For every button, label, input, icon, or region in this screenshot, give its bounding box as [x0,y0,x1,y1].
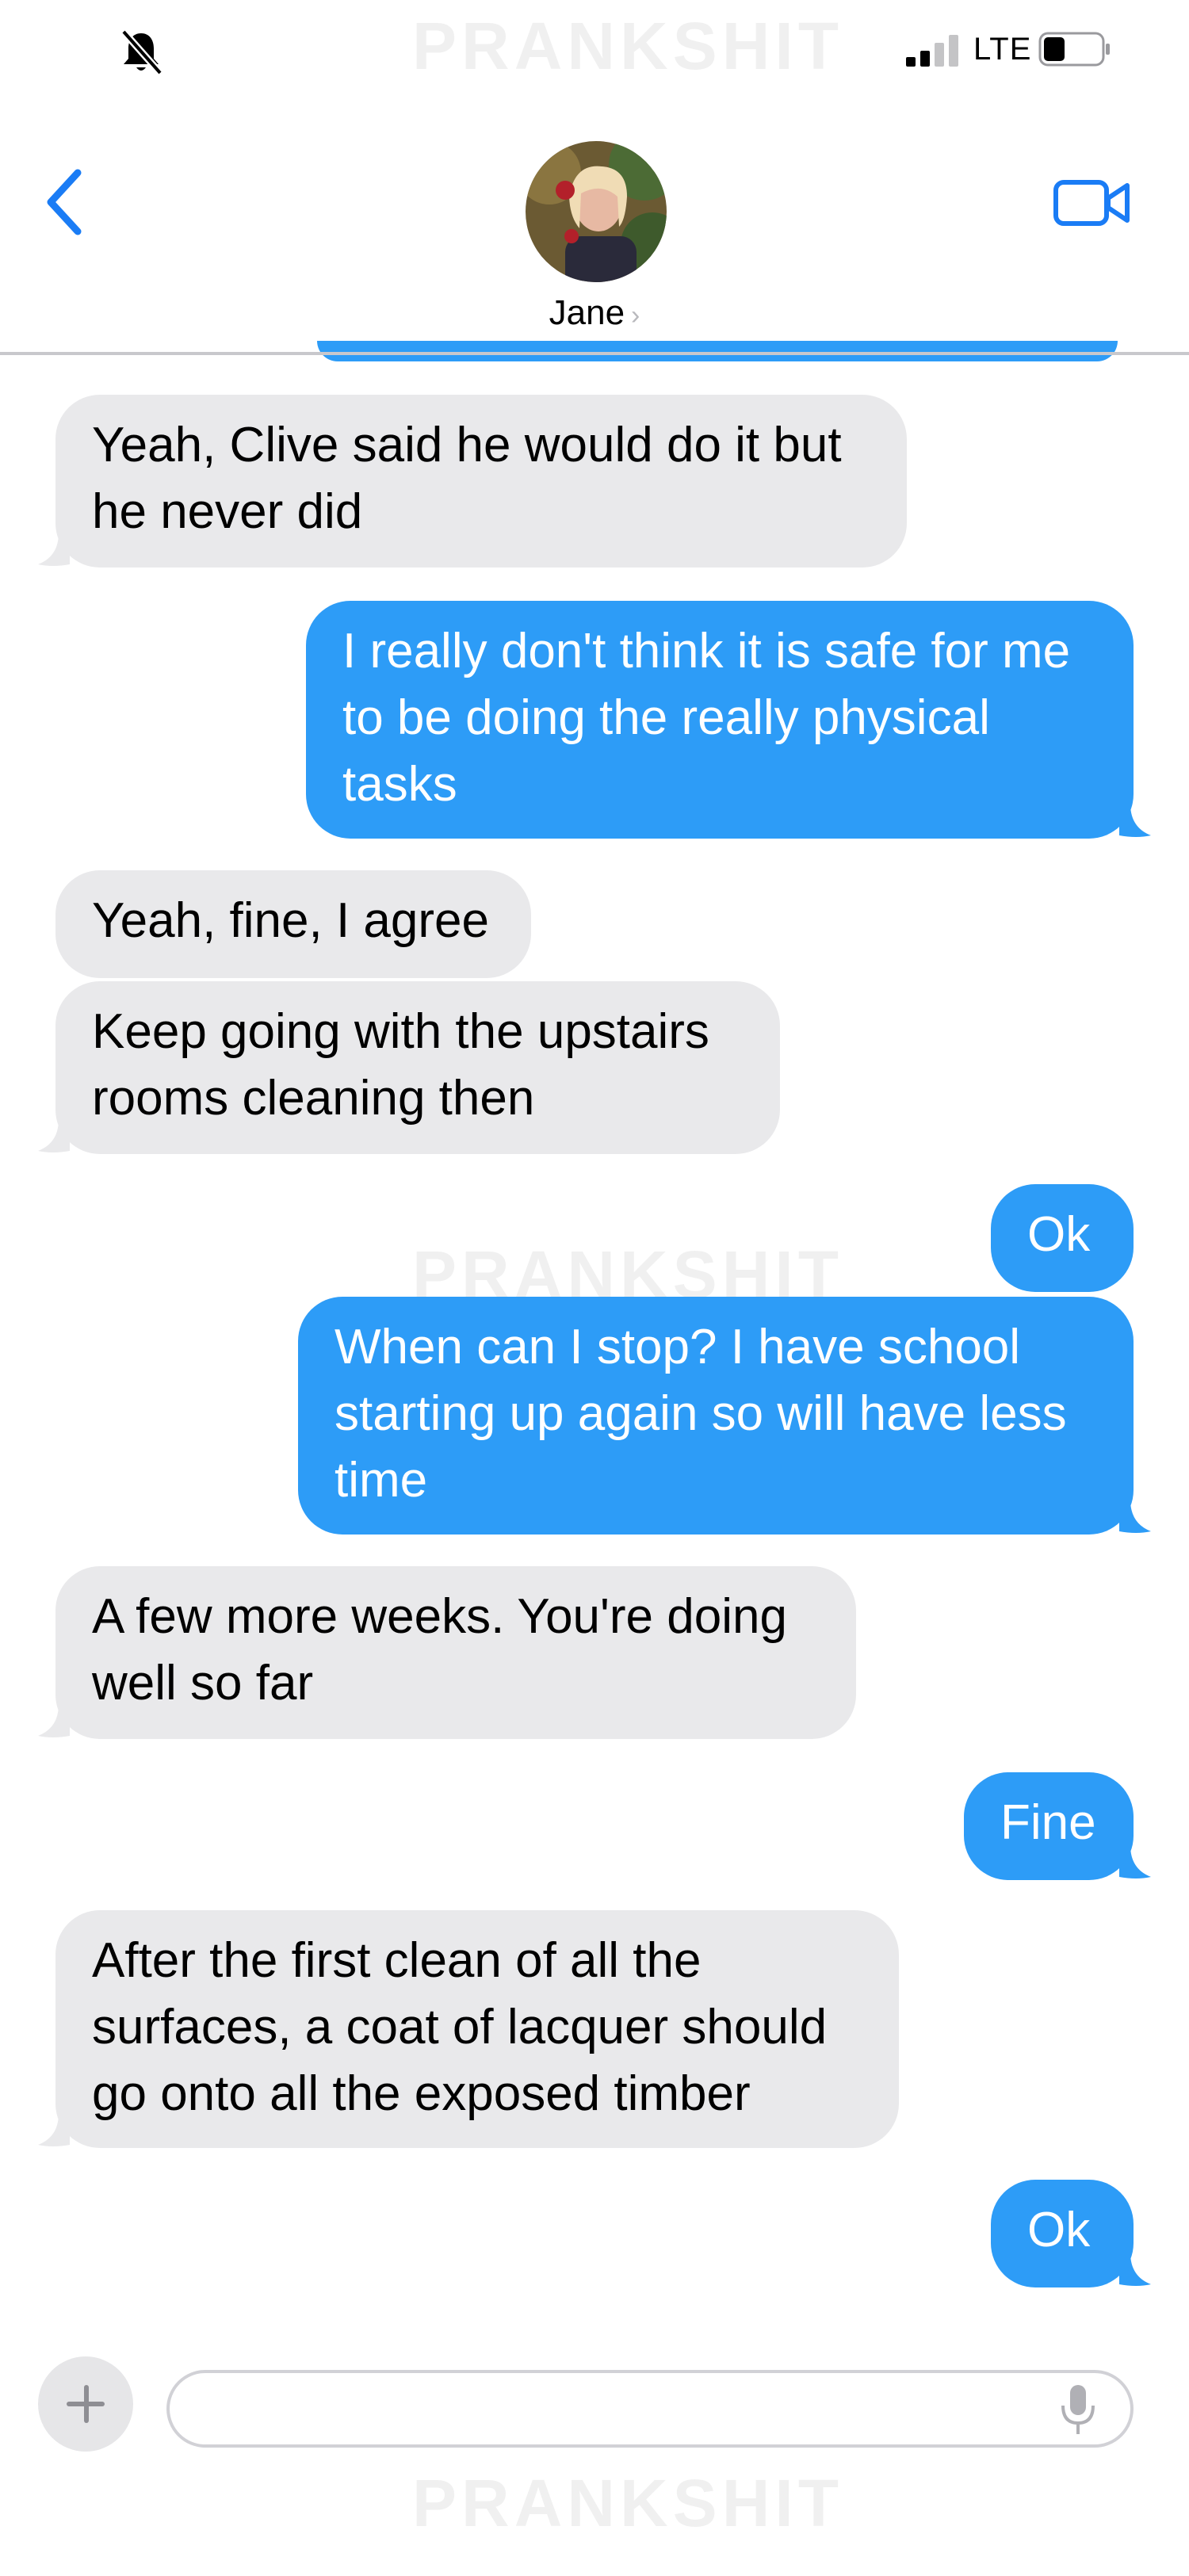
watermark: PRANKSHIT [412,2466,844,2540]
bubble-tail [38,2113,70,2146]
bubble-tail [1119,804,1151,837]
contact-name[interactable]: Jane › [0,293,1189,333]
received-message-bubble[interactable]: Yeah, Clive said he would do it but he n… [55,395,907,568]
bell-slash-icon [120,29,163,75]
contact-name-label: Jane [549,293,625,332]
received-message-bubble[interactable]: After the first clean of all the surface… [55,1910,899,2148]
bubble-tail [1119,1500,1151,1533]
sent-message-bubble[interactable]: Ok [991,2180,1134,2287]
sent-message-bubble[interactable]: I really don't think it is safe for me t… [306,601,1134,839]
battery-icon [1038,32,1110,67]
message-text: Yeah, Clive said he would do it but he n… [92,418,842,539]
message-text: I really don't think it is safe for me t… [342,624,1071,812]
bubble-tail [38,533,70,566]
bubble-tail [38,1119,70,1152]
bubble-tail [1119,2253,1151,2286]
microphone-icon[interactable] [1058,2383,1098,2437]
message-text: Keep going with the upstairs rooms clean… [92,1004,709,1126]
signal-bars-icon [906,35,958,67]
back-chevron-icon[interactable] [41,166,89,238]
watermark: PRANKSHIT [412,9,844,83]
bubble-tail [1119,1845,1151,1878]
network-label: LTE [973,32,1032,67]
message-text: When can I stop? I have school starting … [335,1320,1067,1508]
header-divider [0,352,1189,355]
message-text: Fine [1000,1795,1096,1850]
sent-message-bubble[interactable]: When can I stop? I have school starting … [298,1297,1134,1535]
partial-sent-bubble [317,341,1118,361]
plus-icon[interactable] [38,2356,133,2452]
message-text: A few more weeks. You're doing well so f… [92,1589,787,1710]
message-text: After the first clean of all the surface… [92,1933,828,2121]
message-text: Yeah, fine, I agree [92,893,489,948]
chevron-right-icon: › [631,300,640,331]
video-camera-icon[interactable] [1053,174,1132,231]
sent-message-bubble[interactable]: Ok [991,1184,1134,1292]
bubble-tail [38,1704,70,1737]
status-bar: PRANKSHIT LTE [0,0,1189,95]
received-message-bubble[interactable]: Keep going with the upstairs rooms clean… [55,981,780,1154]
received-message-bubble[interactable]: Yeah, fine, I agree [55,870,531,978]
sent-message-bubble[interactable]: Fine [964,1772,1134,1880]
message-input[interactable] [166,2370,1134,2448]
received-message-bubble[interactable]: A few more weeks. You're doing well so f… [55,1566,856,1739]
message-text: Ok [1027,1207,1091,1262]
avatar[interactable] [526,141,667,282]
message-text: Ok [1027,2203,1091,2257]
